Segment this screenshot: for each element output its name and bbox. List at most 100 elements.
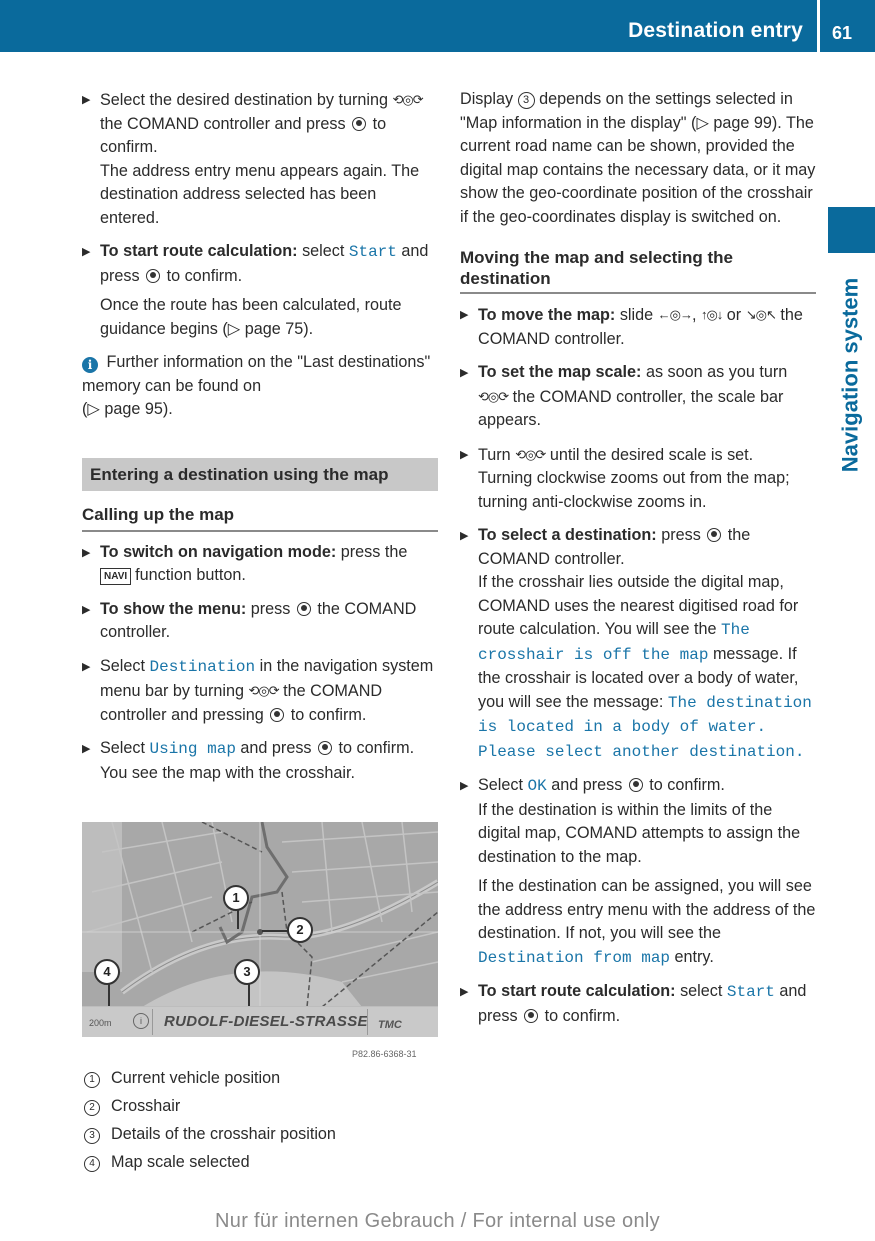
para-text: Display <box>460 90 514 108</box>
bullet-icon: ▶ <box>460 309 469 321</box>
header-bar: Destination entry 61 <box>0 0 875 52</box>
menu-option-destination: Destination <box>149 657 256 676</box>
display-paragraph: Display 3 depends on the settings select… <box>460 88 816 229</box>
step-start-route: ▶ To start route calculation: select Sta… <box>82 240 438 341</box>
legend-item: 3 Details of the crosshair position <box>84 1123 440 1151</box>
press-controller-icon <box>524 1008 539 1023</box>
footer-watermark: Nur für internen Gebrauch / For internal… <box>215 1210 660 1232</box>
legend-item: 2 Crosshair <box>84 1095 440 1123</box>
inline-callout-number: 3 <box>517 92 535 109</box>
step-start-route-right: ▶ To start route calculation: select Sta… <box>460 980 816 1028</box>
slide-up-down-icon: ↑◎↓ <box>700 307 723 322</box>
bullet-icon: ▶ <box>460 448 469 461</box>
menu-option-using-map: Using map <box>149 740 236 758</box>
bullet-icon: ▶ <box>82 660 91 673</box>
left-column: ▶ Select the desired destination by turn… <box>82 88 438 795</box>
step-text: to confirm. <box>544 1006 621 1025</box>
step-text: Turn <box>478 445 511 464</box>
step-text: press <box>661 526 701 544</box>
side-section-label: Navigation system <box>837 277 863 473</box>
legend-label: Current vehicle position <box>111 1069 281 1087</box>
side-tab-marker <box>828 207 875 253</box>
turn-controller-icon: ⟲◎⟳ <box>478 388 509 404</box>
turn-controller-icon: ⟲◎⟳ <box>392 92 423 107</box>
page-reference-link[interactable]: ▷ page 75 <box>228 320 303 338</box>
press-controller-icon <box>146 268 161 283</box>
bullet-icon: ▶ <box>460 780 469 792</box>
step-select-destination-menu: ▶ Select Destination in the navigation s… <box>82 655 438 728</box>
press-controller-icon <box>352 116 367 131</box>
step-text: to confirm. <box>338 739 415 757</box>
legend-number: 3 <box>84 1128 100 1144</box>
chapter-title: Destination entry <box>628 19 803 42</box>
step-text: to confirm. <box>649 776 725 794</box>
callout-leader <box>237 909 239 929</box>
step-label: To select a destination: <box>478 526 657 544</box>
info-note: i Further information on the "Last desti… <box>82 351 438 422</box>
bullet-icon: ▶ <box>82 94 91 106</box>
press-controller-icon <box>628 778 643 792</box>
bullet-icon: ▶ <box>82 546 91 559</box>
header-divider <box>817 0 820 52</box>
step-result: The address entry menu appears again. Th… <box>100 161 420 227</box>
bullet-icon: ▶ <box>460 530 469 542</box>
map-status-bar: 200m i RUDOLF-DIESEL-STRASSE TMC <box>82 1006 438 1037</box>
menu-option-start: Start <box>726 983 775 1001</box>
step-text: Select <box>478 776 523 794</box>
step-text: and press <box>240 739 312 757</box>
map-graphic <box>82 822 438 1037</box>
step-result: You see the map with the crosshair. <box>100 763 355 782</box>
bullet-icon: ▶ <box>82 603 91 616</box>
legend-item: 1 Current vehicle position <box>84 1067 440 1095</box>
step-text: and press <box>551 776 623 794</box>
callout-crosshair: 2 <box>287 917 313 943</box>
legend-label: Details of the crosshair position <box>111 1125 336 1143</box>
step-text: to confirm. <box>290 705 367 724</box>
step-result: If the crosshair lies outside the digita… <box>478 573 799 638</box>
step-text: the COMAND controller and press <box>100 114 346 133</box>
step-text: slide <box>619 306 654 324</box>
bullet-icon: ▶ <box>460 986 469 998</box>
menu-option-ok: OK <box>527 777 547 795</box>
step-text: until the desired scale is set. <box>549 445 754 464</box>
press-controller-icon <box>270 707 285 722</box>
street-name: RUDOLF-DIESEL-STRASSE <box>164 1013 368 1030</box>
step-text: select <box>302 242 345 260</box>
step-navi: ▶ To switch on navigation mode: press th… <box>82 541 438 588</box>
press-controller-icon <box>318 741 333 755</box>
step-move-map: ▶ To move the map: slide ←◎→, ↑◎↓ or ↘◎↖… <box>460 303 816 351</box>
step-result: entry. <box>674 947 714 966</box>
page-reference-link[interactable]: (▷ page 95). <box>82 400 173 418</box>
page-reference-link[interactable]: ▷ page 99 <box>696 114 771 132</box>
step-text: Select <box>100 739 145 757</box>
info-icon: i <box>133 1013 149 1029</box>
step-label: To start route calculation: <box>478 982 676 1000</box>
step-select-destination: ▶ Select the desired destination by turn… <box>82 88 438 230</box>
step-text: press the <box>340 542 408 561</box>
step-select-ok: ▶ Select OK and press to confirm. If the… <box>460 774 816 970</box>
step-result: ). <box>303 319 314 338</box>
bullet-icon: ▶ <box>82 743 91 755</box>
step-show-menu: ▶ To show the menu: press the COMAND con… <box>82 598 438 645</box>
figure-legend: 1 Current vehicle position 2 Crosshair 3 De… <box>84 1067 440 1179</box>
step-select-destination-map: ▶ To select a destination: press the COM… <box>460 524 816 764</box>
step-turn: ▶ Turn ⟲◎⟳ until the desired scale is se… <box>460 443 816 515</box>
section-title: Entering a destination using the map <box>82 457 438 491</box>
legend-label: Map scale selected <box>111 1153 250 1171</box>
step-result: Turning clockwise zooms out from the map… <box>478 469 790 511</box>
bullet-icon: ▶ <box>82 246 91 258</box>
step-label: To show the menu: <box>100 599 247 618</box>
info-icon: i <box>82 357 98 373</box>
right-column: Display 3 depends on the settings select… <box>460 88 816 1038</box>
press-controller-icon <box>296 601 311 616</box>
step-text: function button. <box>135 566 246 584</box>
step-result: If the destination is within the limits … <box>478 800 801 866</box>
navi-key: NAVI <box>100 568 132 585</box>
callout-crosshair-details: 3 <box>234 959 260 985</box>
bullet-icon: ▶ <box>460 367 469 379</box>
callout-leader <box>262 930 289 932</box>
step-map-scale: ▶ To set the map scale: as soon as you t… <box>460 361 816 433</box>
slide-left-right-icon: ←◎→ <box>657 307 693 322</box>
step-text: Select the desired destination by turnin… <box>100 91 388 109</box>
step-label: To move the map: <box>478 306 616 324</box>
